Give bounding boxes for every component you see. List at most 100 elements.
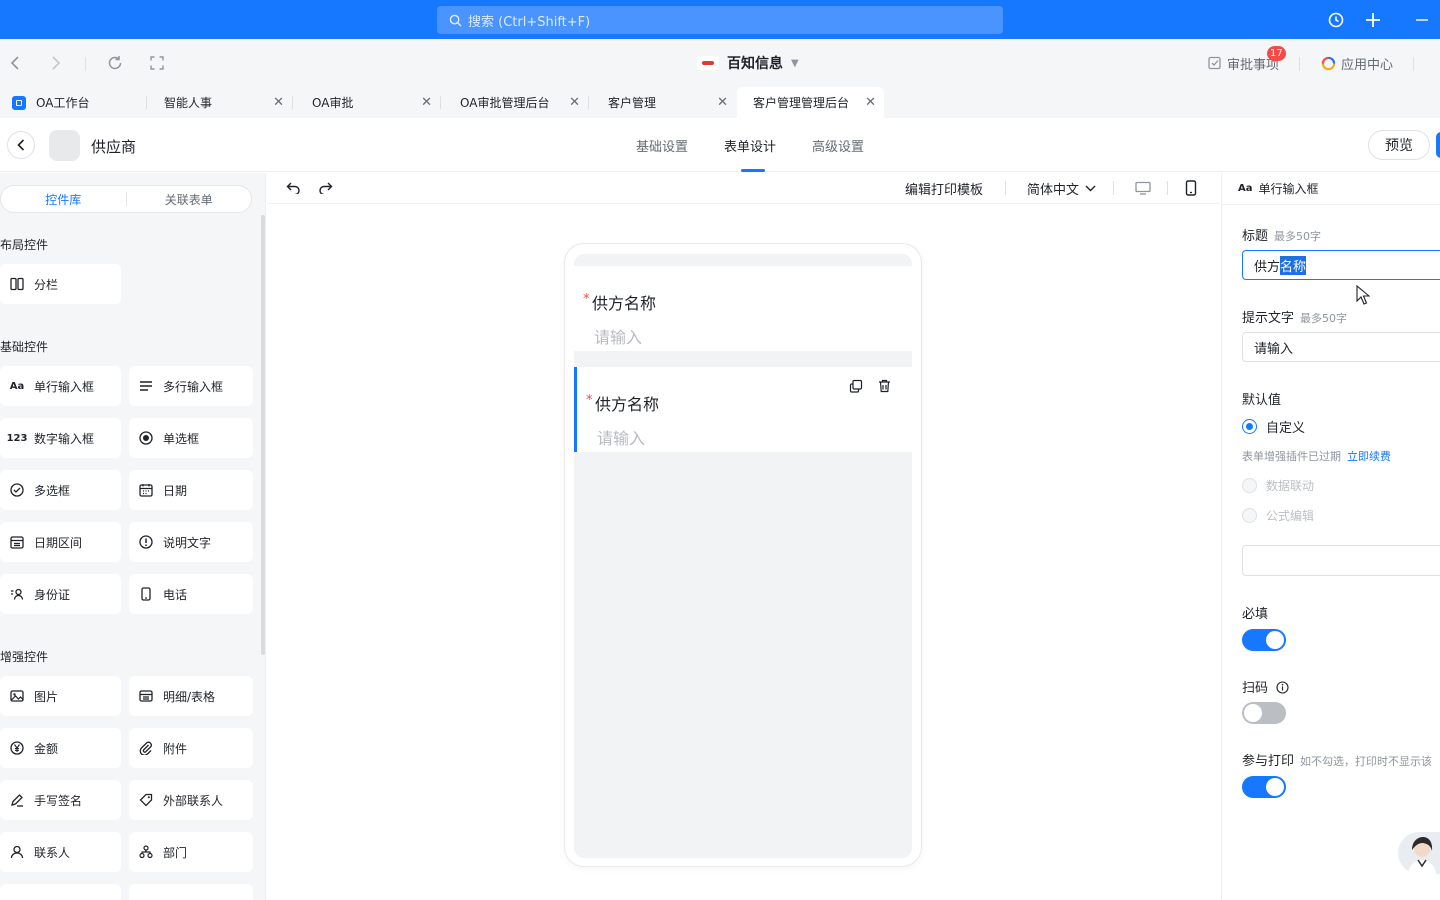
- tab-advanced-settings[interactable]: 高级设置: [812, 136, 864, 155]
- field-actions: [842, 375, 898, 397]
- control-image[interactable]: 图片: [0, 676, 121, 716]
- control-radio[interactable]: 单选框: [129, 418, 253, 458]
- scan-toggle[interactable]: [1242, 702, 1286, 724]
- close-icon[interactable]: ✕: [865, 96, 876, 109]
- assistant-avatar[interactable]: [1398, 832, 1440, 874]
- toolbar-divider: [1005, 181, 1006, 195]
- tab-smart-hr[interactable]: 智能人事 ✕: [148, 87, 292, 118]
- control-single-line-input[interactable]: Aa 单行输入框: [0, 366, 121, 406]
- redo-icon[interactable]: [318, 179, 333, 197]
- control-more[interactable]: [0, 884, 121, 900]
- control-detail-table[interactable]: 明细/表格: [129, 676, 253, 716]
- default-value-input[interactable]: [1242, 545, 1440, 576]
- control-external-contact[interactable]: 外部联系人: [129, 780, 253, 820]
- copy-icon[interactable]: [842, 375, 870, 397]
- placeholder-hint: 最多50字: [1300, 312, 1348, 325]
- control-description-text[interactable]: 说明文字: [129, 522, 253, 562]
- radio-custom[interactable]: [1242, 419, 1257, 434]
- panel-scrollbar[interactable]: [261, 215, 265, 655]
- delete-icon[interactable]: [870, 375, 898, 397]
- radio-icon: [138, 430, 154, 446]
- nav-divider: [85, 57, 86, 71]
- company-switcher[interactable]: 百知信息 ▼: [697, 53, 799, 73]
- print-hint: 如不勾选，打印时不显示该: [1300, 755, 1433, 768]
- columns-icon: [9, 276, 25, 292]
- properties-panel: Aa 单行输入框 标题 最多50字 供方 名称 提示文字 最多50字 请输入 默认值 …: [1221, 173, 1440, 900]
- org-icon: [138, 844, 154, 860]
- print-toggle[interactable]: [1242, 776, 1286, 798]
- control-department[interactable]: 部门: [129, 832, 253, 872]
- control-signature[interactable]: 手写签名: [0, 780, 121, 820]
- control-label: 多行输入框: [163, 379, 224, 394]
- back-arrow-icon[interactable]: [6, 54, 24, 72]
- title-input-selection: 名称: [1280, 255, 1307, 275]
- control-multi-line-input[interactable]: 多行输入框: [129, 366, 253, 406]
- tab-label: OA审批: [312, 96, 354, 110]
- control-more[interactable]: [129, 884, 253, 900]
- minimize-icon[interactable]: [1412, 10, 1432, 30]
- tab-label: 客户管理: [608, 96, 657, 110]
- radio-data-linkage-label: 数据联动: [1266, 479, 1315, 493]
- tab-crm-admin[interactable]: 客户管理管理后台 ✕: [737, 87, 884, 118]
- control-checkbox[interactable]: 多选框: [0, 470, 121, 510]
- edit-print-template-button[interactable]: 编辑打印模板: [905, 179, 983, 198]
- placeholder-input[interactable]: 请输入: [1242, 332, 1440, 362]
- properties-header: Aa 单行输入框: [1238, 180, 1319, 197]
- control-label: 明细/表格: [163, 689, 216, 704]
- required-toggle[interactable]: [1242, 629, 1286, 651]
- tab-label: OA工作台: [36, 96, 90, 110]
- mobile-form-body: * 供方名称 请输入 * 供方名称 请输入: [574, 254, 912, 858]
- language-select[interactable]: 简体中文: [1027, 179, 1096, 198]
- tab-oa-approval-admin[interactable]: OA审批管理后台 ✕: [444, 87, 588, 118]
- mobile-view-icon[interactable]: [1185, 179, 1197, 197]
- control-columns[interactable]: 分栏: [0, 264, 121, 304]
- form-field-selected[interactable]: * 供方名称 请输入: [574, 367, 912, 452]
- title-input[interactable]: 供方 名称: [1242, 250, 1440, 280]
- tab-crm[interactable]: 客户管理 ✕: [592, 87, 736, 118]
- app-center-link[interactable]: 应用中心: [1321, 54, 1393, 73]
- form-field[interactable]: * 供方名称 请输入: [574, 266, 912, 351]
- tab-label: OA审批管理后台: [460, 96, 550, 110]
- forward-arrow-icon[interactable]: [47, 54, 65, 72]
- close-icon[interactable]: ✕: [273, 96, 284, 109]
- history-icon[interactable]: [1326, 10, 1346, 30]
- control-id-card[interactable]: 身份证: [0, 574, 121, 614]
- control-phone[interactable]: 电话: [129, 574, 253, 614]
- plus-icon[interactable]: [1363, 10, 1383, 30]
- control-label: 联系人: [34, 845, 71, 860]
- tab-oa-approval[interactable]: OA审批 ✕: [296, 87, 440, 118]
- fullscreen-icon[interactable]: [148, 54, 166, 72]
- tab-label: 智能人事: [164, 96, 213, 110]
- control-label: 金额: [34, 741, 59, 756]
- tab-linked-forms[interactable]: 关联表单: [127, 186, 252, 212]
- close-icon[interactable]: ✕: [717, 96, 728, 109]
- company-name: 百知信息: [727, 56, 783, 72]
- undo-icon[interactable]: [286, 179, 301, 197]
- control-date[interactable]: 日期: [129, 470, 253, 510]
- publish-button[interactable]: [1436, 132, 1440, 158]
- print-label-text: 参与打印: [1242, 754, 1295, 769]
- preview-button[interactable]: 预览: [1368, 130, 1430, 160]
- tab-form-design[interactable]: 表单设计: [724, 136, 776, 155]
- control-date-range[interactable]: 日期区间: [0, 522, 121, 562]
- control-amount[interactable]: 金额: [0, 728, 121, 768]
- tab-oa-workbench[interactable]: OA工作台: [0, 87, 146, 118]
- control-label: 外部联系人: [163, 793, 224, 808]
- desktop-view-icon[interactable]: [1135, 179, 1151, 197]
- tab-divider: [146, 96, 147, 109]
- control-attachment[interactable]: 附件: [129, 728, 253, 768]
- control-number-input[interactable]: 123 数字输入框: [0, 418, 121, 458]
- company-logo: [697, 56, 719, 70]
- close-icon[interactable]: ✕: [421, 96, 432, 109]
- renew-link[interactable]: 立即续费: [1347, 450, 1391, 463]
- yen-icon: [9, 740, 25, 756]
- tab-basic-settings[interactable]: 基础设置: [636, 136, 688, 155]
- control-contact[interactable]: 联系人: [0, 832, 121, 872]
- control-label: 手写签名: [34, 793, 83, 808]
- back-button[interactable]: [7, 131, 35, 159]
- tab-control-library[interactable]: 控件库: [1, 186, 126, 212]
- global-search-input[interactable]: 搜索 (Ctrl+Shift+F): [437, 6, 1003, 34]
- calendar-icon: [138, 482, 154, 498]
- close-icon[interactable]: ✕: [569, 96, 580, 109]
- refresh-icon[interactable]: [106, 54, 124, 72]
